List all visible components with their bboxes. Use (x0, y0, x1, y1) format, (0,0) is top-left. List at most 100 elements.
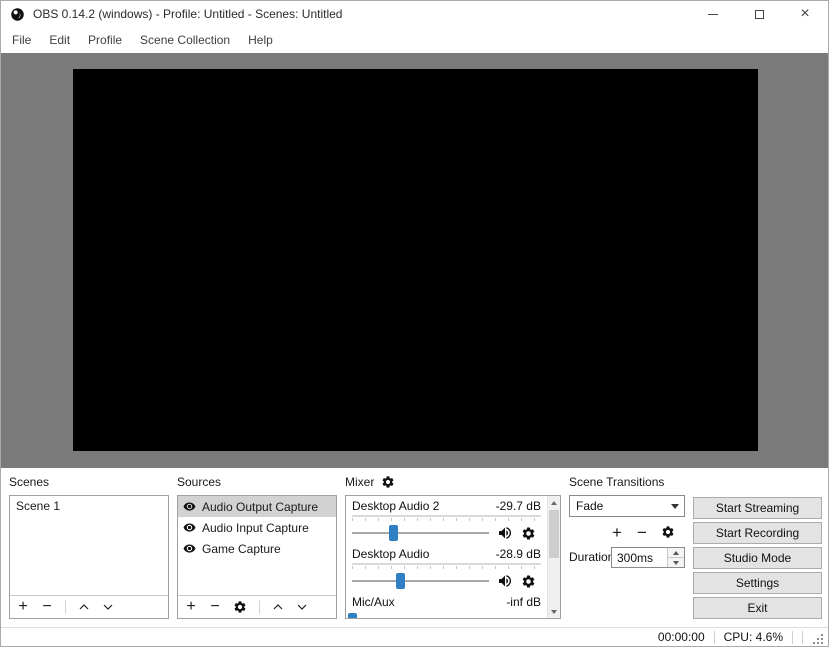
move-source-down-button[interactable] (296, 601, 308, 613)
minimize-icon (708, 13, 718, 15)
add-scene-button[interactable]: + (17, 599, 29, 615)
gear-icon (662, 526, 674, 538)
mixer-content: Desktop Audio 2 -29.7 dB Desktop Audio -… (346, 496, 547, 618)
volume-meter (352, 563, 541, 565)
minimize-button[interactable] (690, 1, 736, 27)
program-canvas[interactable] (73, 69, 758, 451)
toolbar-separator (65, 600, 66, 614)
transitions-toolbar: + − (611, 521, 675, 543)
menu-item-profile[interactable]: Profile (79, 33, 131, 47)
menu-bar: File Edit Profile Scene Collection Help (1, 27, 828, 53)
transition-selected-value: Fade (576, 499, 604, 513)
volume-meter (352, 515, 541, 517)
slider-track (352, 532, 489, 534)
recording-time: 00:00:00 (657, 630, 705, 644)
scenes-panel-label: Scenes (9, 475, 50, 489)
chevron-down-icon (103, 604, 113, 610)
triangle-up-icon (673, 550, 679, 555)
title-bar[interactable]: OBS 0.14.2 (windows) - Profile: Untitled… (1, 1, 828, 27)
slider-handle[interactable] (348, 613, 357, 618)
mixer-scrollbar[interactable] (547, 496, 560, 618)
toolbar-separator (259, 600, 260, 614)
mixer-channel: Mic/Aux -inf dB (348, 595, 541, 618)
source-label: Audio Output Capture (202, 499, 319, 514)
preview-area (1, 53, 828, 468)
transition-properties-button[interactable] (661, 525, 675, 539)
speaker-icon[interactable] (497, 525, 513, 541)
source-properties-button[interactable] (233, 600, 247, 614)
settings-button[interactable]: Settings (693, 572, 822, 594)
dock-area: Scenes Scene 1 + − Sources Audio Output … (1, 468, 828, 629)
remove-scene-button[interactable]: − (41, 599, 53, 615)
source-list-item[interactable]: Game Capture (178, 538, 336, 559)
triangle-up-icon (551, 500, 557, 505)
volume-slider[interactable] (348, 612, 489, 618)
move-source-up-button[interactable] (272, 601, 284, 613)
move-scene-down-button[interactable] (102, 601, 114, 613)
chevron-down-icon (671, 503, 679, 509)
volume-slider[interactable] (352, 572, 489, 590)
slider-handle[interactable] (395, 573, 405, 589)
menu-item-edit[interactable]: Edit (40, 33, 79, 47)
menu-item-scene-collection[interactable]: Scene Collection (131, 33, 239, 47)
move-scene-up-button[interactable] (78, 601, 90, 613)
scrollbar-down-button[interactable] (548, 605, 560, 618)
resize-grip[interactable] (812, 633, 825, 646)
add-source-button[interactable]: + (185, 599, 197, 615)
speaker-icon[interactable] (497, 573, 513, 589)
add-transition-button[interactable]: + (611, 524, 623, 541)
volume-slider[interactable] (352, 524, 489, 542)
channel-name: Desktop Audio 2 (352, 499, 440, 513)
menu-item-help[interactable]: Help (239, 33, 282, 47)
scene-list-item[interactable]: Scene 1 (10, 496, 168, 516)
status-bar: 00:00:00 CPU: 4.6% (1, 627, 828, 646)
status-separator (713, 630, 715, 644)
remove-source-button[interactable]: − (209, 599, 221, 615)
duration-spinner[interactable]: 300ms (611, 547, 685, 568)
mixer-settings-icon[interactable] (381, 475, 395, 489)
status-separator (792, 630, 793, 644)
eye-icon[interactable] (183, 542, 196, 555)
duration-value: 300ms (617, 550, 654, 565)
spinner-down-button[interactable] (668, 557, 684, 567)
cpu-usage: CPU: 4.6% (723, 630, 783, 644)
source-label: Game Capture (202, 541, 281, 556)
scenes-list: Scene 1 + − (9, 495, 169, 619)
menu-item-file[interactable]: File (3, 33, 40, 47)
scenes-list-area[interactable]: Scene 1 (10, 496, 168, 595)
mixer-panel-header: Mixer (345, 475, 395, 489)
transitions-panel-label: Scene Transitions (569, 475, 665, 489)
source-list-item[interactable]: Audio Output Capture (178, 496, 336, 517)
scrollbar-up-button[interactable] (548, 496, 560, 509)
slider-handle[interactable] (389, 525, 399, 541)
channel-settings-icon[interactable] (521, 574, 536, 589)
sources-toolbar: + − (178, 595, 336, 618)
window-title: OBS 0.14.2 (windows) - Profile: Untitled… (33, 7, 343, 21)
remove-transition-button[interactable]: − (636, 524, 648, 541)
channel-settings-icon[interactable] (521, 526, 536, 541)
spinner-up-button[interactable] (668, 548, 684, 557)
triangle-down-icon (673, 560, 679, 565)
combo-dropdown-button[interactable] (666, 496, 684, 516)
sources-list-area[interactable]: Audio Output Capture Audio Input Capture… (178, 496, 336, 595)
channel-name: Desktop Audio (352, 547, 430, 561)
start-recording-button[interactable]: Start Recording (693, 522, 822, 544)
meter-ticks (352, 518, 541, 521)
triangle-down-icon (551, 609, 557, 614)
sources-panel-label: Sources (177, 475, 222, 489)
studio-mode-button[interactable]: Studio Mode (693, 547, 822, 569)
eye-icon[interactable] (183, 521, 196, 534)
scrollbar-thumb[interactable] (549, 510, 559, 558)
spinner-buttons (667, 548, 684, 567)
source-list-item[interactable]: Audio Input Capture (178, 517, 336, 538)
channel-level: -inf dB (506, 595, 541, 609)
start-streaming-button[interactable]: Start Streaming (693, 497, 822, 519)
exit-button[interactable]: Exit (693, 597, 822, 619)
transition-select[interactable]: Fade (569, 495, 685, 517)
maximize-icon (754, 9, 764, 19)
mixer-panel-label: Mixer (345, 475, 375, 489)
close-button[interactable]: × (782, 1, 828, 27)
maximize-button[interactable] (736, 1, 782, 27)
eye-icon[interactable] (183, 500, 196, 513)
gear-icon (234, 601, 246, 613)
